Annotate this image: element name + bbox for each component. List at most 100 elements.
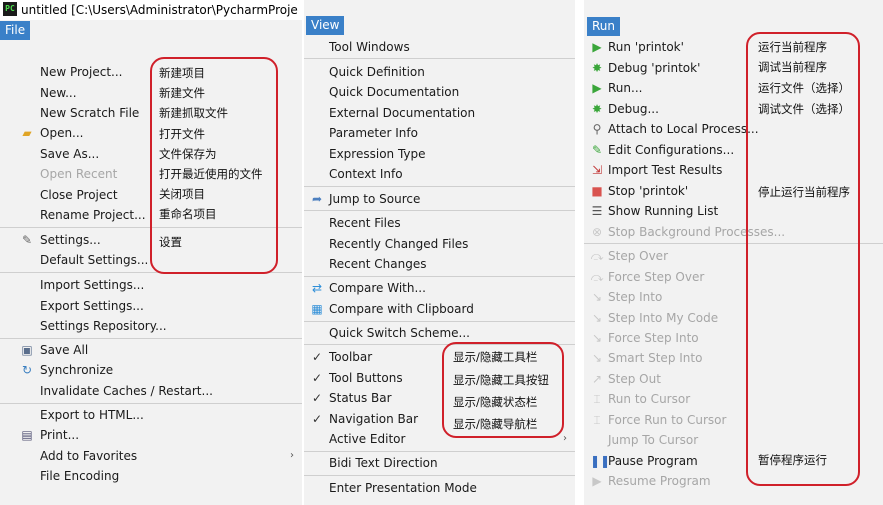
menu-item-label: Enter Presentation Mode (329, 481, 477, 495)
menu-item-label: Export to HTML... (40, 408, 144, 422)
menu-item-label: Open... (40, 126, 84, 140)
menu-item-label: Attach to Local Process... (608, 122, 759, 136)
attach-icon: ⚲ (592, 122, 602, 136)
menu-item-label: Navigation Bar (329, 412, 419, 426)
menu-run[interactable]: Run (587, 17, 621, 36)
force-step-into-icon: ↘ (591, 331, 603, 345)
import-icon: ⇲ (591, 163, 603, 177)
menu-item-file-encoding[interactable]: File Encoding (0, 466, 302, 486)
resume-icon: ▶ (592, 474, 602, 488)
menu-item-label: Quick Switch Scheme... (329, 326, 470, 340)
menu-item-label: New Project... (40, 65, 123, 79)
menu-item-import-settings[interactable]: Import Settings... (0, 275, 302, 295)
menu-item-label: Step Into (608, 290, 663, 304)
menu-item-save-all[interactable]: ▣ Save All (0, 340, 302, 360)
jump-arrow-icon: ➦ (311, 192, 323, 206)
step-over-icon: ⤼ (590, 249, 604, 263)
sync-icon: ↻ (21, 363, 33, 377)
menu-item-add-to-favorites[interactable]: Add to Favorites › (0, 446, 302, 466)
menu-item-label: Default Settings... (40, 253, 149, 267)
menu-item-recently-changed-files[interactable]: Recently Changed Files (304, 234, 575, 254)
menu-item-label: Invalidate Caches / Restart... (40, 384, 213, 398)
annotation-ellipse (746, 32, 860, 486)
view-menu-panel: View Tool Windows Quick Definition Quick… (304, 0, 575, 505)
menu-item-enter-presentation-mode[interactable]: Enter Presentation Mode (304, 478, 575, 498)
menu-separator (304, 451, 575, 452)
menu-item-label: Run... (608, 81, 643, 95)
menu-item-external-documentation[interactable]: External Documentation (304, 103, 575, 123)
menu-item-label: Compare with Clipboard (329, 302, 474, 316)
menu-separator (304, 276, 575, 277)
menu-item-label: Settings... (40, 233, 101, 247)
menu-item-label: Expression Type (329, 147, 426, 161)
menu-item-quick-definition[interactable]: Quick Definition (304, 62, 575, 82)
menu-item-quick-switch-scheme[interactable]: Quick Switch Scheme... (304, 323, 575, 343)
annotation-ellipse (442, 342, 564, 438)
file-menu-panel: PC untitled [C:\Users\Administrator\Pych… (0, 0, 302, 505)
debug-bug-icon: ✸ (591, 61, 603, 75)
menu-item-label: Export Settings... (40, 299, 144, 313)
menu-item-label: Save All (40, 343, 89, 357)
force-step-over-icon: ⤼ (590, 270, 604, 284)
menu-item-label: Recent Changes (329, 257, 427, 271)
menu-item-context-info[interactable]: Context Info (304, 164, 575, 184)
menu-item-quick-documentation[interactable]: Quick Documentation (304, 82, 575, 102)
menu-item-label: Settings Repository... (40, 319, 167, 333)
checkmark-icon: ✓ (312, 350, 323, 364)
menu-item-label: Step Over (608, 249, 668, 263)
menu-item-synchronize[interactable]: ↻ Synchronize (0, 360, 302, 380)
step-out-icon: ↗ (591, 372, 603, 386)
submenu-arrow-icon: › (563, 433, 567, 444)
menu-item-label: Rename Project... (40, 208, 146, 222)
menu-item-label: Stop 'printok' (608, 184, 689, 198)
step-into-my-code-icon: ↘ (591, 311, 603, 325)
menu-item-label: Parameter Info (329, 126, 418, 140)
menu-item-label: Step Out (608, 372, 661, 386)
menu-item-print[interactable]: ▤ Print... (0, 425, 302, 445)
menu-item-recent-files[interactable]: Recent Files (304, 213, 575, 233)
wrench-icon: ✎ (21, 233, 33, 247)
menu-file[interactable]: File (0, 21, 31, 40)
menu-item-export-html[interactable]: Export to HTML... (0, 405, 302, 425)
menu-item-label: Step Into My Code (608, 311, 719, 325)
smart-step-into-icon: ↘ (591, 351, 603, 365)
menu-item-parameter-info[interactable]: Parameter Info (304, 123, 575, 143)
menu-separator (304, 475, 575, 476)
checkmark-icon: ✓ (312, 391, 323, 405)
menu-item-jump-to-source[interactable]: ➦ Jump to Source (304, 189, 575, 209)
menu-item-compare-with[interactable]: ⇄ Compare With... (304, 278, 575, 298)
menu-item-label: Pause Program (608, 454, 698, 468)
run-to-cursor-icon: ⌶ (593, 392, 601, 406)
menu-item-export-settings[interactable]: Export Settings... (0, 296, 302, 316)
folder-icon: ▰ (22, 126, 32, 140)
menu-item-label: Edit Configurations... (608, 143, 735, 157)
menu-item-label: Resume Program (608, 474, 711, 488)
debug-bug-icon: ✸ (591, 102, 603, 116)
compare-icon: ⇄ (311, 281, 323, 295)
menu-item-label: Jump To Cursor (608, 433, 699, 447)
menu-item-invalidate-caches[interactable]: Invalidate Caches / Restart... (0, 381, 302, 401)
menu-item-label: Tool Windows (329, 40, 410, 54)
menu-item-label: Import Test Results (608, 163, 723, 177)
run-icon: ▶ (592, 40, 602, 54)
menu-view[interactable]: View (306, 16, 345, 35)
stop-icon: ■ (591, 184, 603, 198)
force-run-to-cursor-icon: ⌶ (593, 413, 601, 427)
menu-item-label: Quick Definition (329, 65, 425, 79)
menu-item-compare-with-clipboard[interactable]: ▦ Compare with Clipboard (304, 299, 575, 319)
menu-separator (0, 403, 302, 404)
menu-item-recent-changes[interactable]: Recent Changes (304, 254, 575, 274)
pause-icon: ❚❚ (590, 454, 611, 468)
menu-item-label: Recently Changed Files (329, 237, 469, 251)
menu-item-label: Show Running List (608, 204, 719, 218)
stop-background-icon: ⊗ (591, 225, 603, 239)
menu-item-tool-windows[interactable]: Tool Windows (304, 37, 575, 57)
menu-item-expression-type[interactable]: Expression Type (304, 144, 575, 164)
menu-item-label: Open Recent (40, 167, 118, 181)
menu-item-bidi-text-direction[interactable]: Bidi Text Direction (304, 453, 575, 473)
menu-item-settings-repository[interactable]: Settings Repository... (0, 316, 302, 336)
menu-item-label: Add to Favorites (40, 449, 138, 463)
menu-item-label: Force Run to Cursor (608, 413, 727, 427)
menu-item-label: Force Step Over (608, 270, 705, 284)
menu-item-label: Context Info (329, 167, 403, 181)
